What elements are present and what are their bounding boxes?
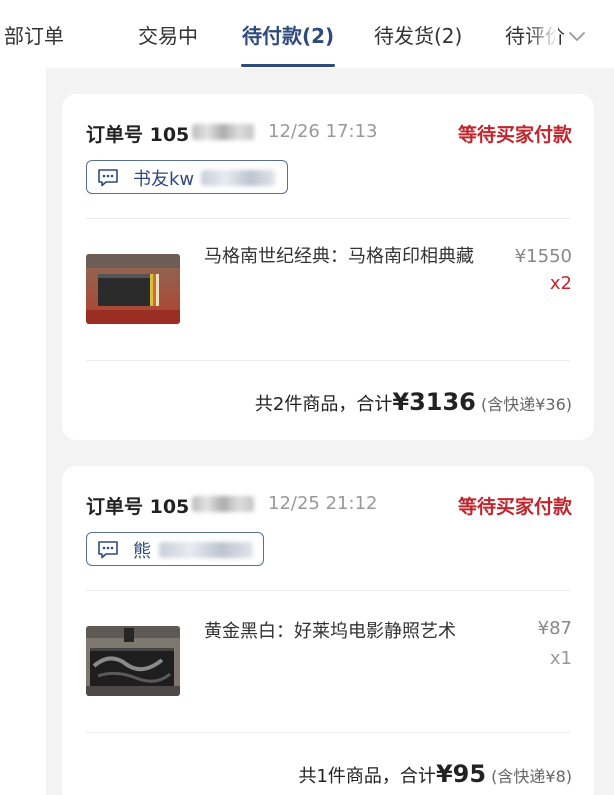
order-status: 等待买家付款 [457,496,572,518]
product-price: ¥1550 [514,246,572,267]
order-status: 等待买家付款 [457,124,572,146]
shipping-fee: (含快递¥36) [480,395,572,414]
chevron-down-icon[interactable] [566,28,588,44]
product-quantity: x1 [549,648,572,669]
shipping-fee: (含快递¥8) [491,767,572,786]
order-card[interactable]: 订单号 105 12/25 21:12 等待买家付款 熊 黄金黑白：好莱坞电影静… [62,466,594,795]
order-total: ¥3136 [392,388,476,416]
summary-text: 共2件商品，合计 [254,394,393,415]
buyer-name-redacted [159,542,253,558]
tab-pending-shipment[interactable]: 待发货(2) [374,22,462,50]
divider [86,218,570,219]
divider [86,732,570,733]
order-card[interactable]: 订单号 105 12/26 17:13 等待买家付款 书友kw 马格南世纪经典：… [62,94,594,440]
chat-icon [98,541,118,559]
tab-scroll-fade [528,18,558,58]
order-total: ¥95 [435,760,487,788]
chat-icon [98,169,118,187]
order-number-redacted [192,496,254,512]
order-status-tabs: 部订单 交易中 待付款(2) 待发货(2) 待评价 [0,0,614,68]
tab-all-orders[interactable]: 部订单 [4,22,64,50]
product-thumbnail[interactable] [86,626,180,696]
buyer-contact-chip[interactable]: 熊 [86,532,264,566]
buyer-contact-chip[interactable]: 书友kw [86,160,288,194]
active-tab-indicator [241,64,335,67]
buyer-name: 熊 [133,541,151,562]
summary-text: 共1件商品，合计 [298,766,436,787]
order-time: 12/25 21:12 [268,493,378,514]
order-header: 订单号 105 12/25 21:12 等待买家付款 [86,492,572,518]
product-title[interactable]: 黄金黑白：好莱坞电影静照艺术 [204,618,494,645]
product-quantity: x2 [549,273,572,294]
order-header: 订单号 105 12/26 17:13 等待买家付款 [86,120,572,146]
order-summary: 共2件商品，合计¥3136 (含快递¥36) [255,388,572,416]
tab-pending-payment[interactable]: 待付款(2) [242,22,334,50]
divider [86,590,570,591]
order-time: 12/26 17:13 [268,121,378,142]
order-number: 订单号 105 [86,496,190,518]
divider [86,360,570,361]
product-title[interactable]: 马格南世纪经典：马格南印相典藏 [204,243,494,270]
order-summary: 共1件商品，合计¥95 (含快递¥8) [298,760,572,788]
tab-in-transaction[interactable]: 交易中 [138,22,198,50]
product-thumbnail[interactable] [86,254,180,324]
order-number-redacted [192,124,254,140]
buyer-name-redacted [201,170,275,186]
order-number: 订单号 105 [86,124,190,146]
product-price: ¥87 [537,618,572,639]
buyer-name: 书友kw [133,169,195,190]
